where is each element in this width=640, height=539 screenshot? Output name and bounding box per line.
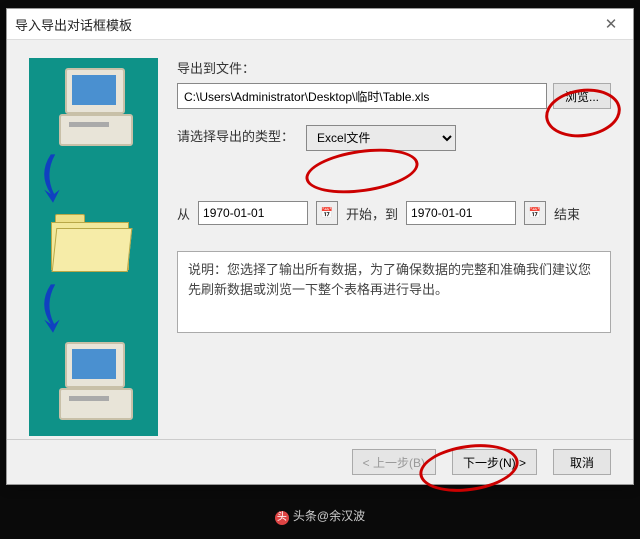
end-label: 结束 [554,204,580,223]
close-icon: ✕ [605,15,618,33]
dialog-footer: < 上一步(B) 下一步(N) > 取消 [7,439,633,484]
calendar-icon[interactable]: 📅 [524,201,546,225]
export-path-input[interactable] [177,83,547,109]
description-text: 说明：您选择了输出所有数据，为了确保数据的完整和准确我们建议您先刷新数据或浏览一… [177,251,611,333]
arrow-down-icon [31,150,86,205]
cancel-button[interactable]: 取消 [553,449,611,475]
main-panel: 导出到文件： 浏览... 请选择导出的类型： Excel文件 从 📅 开始，到 … [177,58,611,333]
export-dialog: 导入导出对话框模板 ✕ 导出到文件： [6,8,634,485]
from-date-input[interactable] [198,201,308,225]
export-type-select[interactable]: Excel文件 [306,125,456,151]
arrow-down-icon [31,280,86,335]
watermark: 头头条@余汉波 [0,507,640,525]
wizard-sidebar [29,58,158,436]
export-type-label: 请选择导出的类型： [177,126,294,145]
folder-icon [51,206,129,278]
titlebar: 导入导出对话框模板 ✕ [7,9,633,40]
from-label: 从 [177,204,190,223]
dialog-title: 导入导出对话框模板 [15,15,132,34]
next-button[interactable]: 下一步(N) > [452,449,537,475]
date-range-row: 从 📅 开始，到 📅 结束 [177,201,611,225]
back-button: < 上一步(B) [352,449,436,475]
export-path-label: 导出到文件： [177,58,255,77]
browse-button[interactable]: 浏览... [553,83,611,109]
range-mid-label: 开始，到 [346,204,398,223]
calendar-icon[interactable]: 📅 [316,201,338,225]
dialog-body: 导出到文件： 浏览... 请选择导出的类型： Excel文件 从 📅 开始，到 … [7,40,633,440]
computer-icon [51,336,141,426]
computer-icon [51,62,141,152]
watermark-icon: 头 [275,511,289,525]
to-date-input[interactable] [406,201,516,225]
close-button[interactable]: ✕ [597,13,625,35]
